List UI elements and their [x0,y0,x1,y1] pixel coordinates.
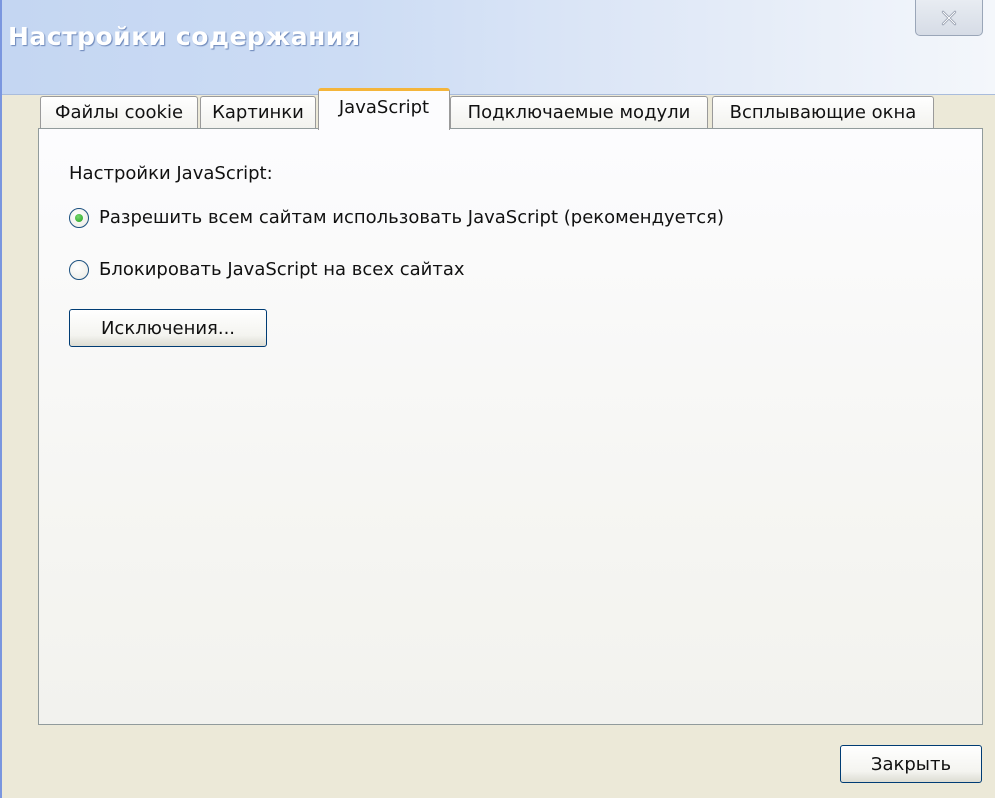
tab-javascript-label: JavaScript [338,97,430,118]
tab-plugins[interactable]: Подключаемые модули [450,96,708,128]
window-title: Настройки содержания [8,22,361,51]
javascript-panel: Настройки JavaScript: Разрешить всем сай… [38,128,983,725]
tab-cookies[interactable]: Файлы cookie [40,96,198,128]
tab-cookies-label: Файлы cookie [54,102,184,123]
title-bar: Настройки содержания [2,0,995,95]
javascript-settings-heading: Настройки JavaScript: [69,163,273,184]
tab-plugins-label: Подключаемые модули [467,102,691,123]
content-settings-dialog: Настройки содержания Файлы cookie Картин… [0,0,995,798]
close-icon [941,10,957,25]
exceptions-button[interactable]: Исключения... [69,309,267,347]
allow-javascript-label: Разрешить всем сайтам использовать JavaS… [99,207,724,228]
close-button[interactable]: Закрыть [840,745,982,783]
tab-popups[interactable]: Всплывающие окна [712,96,934,128]
block-javascript-option[interactable]: Блокировать JavaScript на всех сайтах [69,259,465,280]
tab-popups-label: Всплывающие окна [729,102,917,123]
allow-javascript-radio[interactable] [69,207,89,228]
tab-images[interactable]: Картинки [200,96,316,128]
tab-javascript[interactable]: JavaScript [318,88,450,130]
block-javascript-radio[interactable] [69,259,89,280]
close-window-button[interactable] [915,0,983,36]
block-javascript-label: Блокировать JavaScript на всех сайтах [99,259,465,280]
allow-javascript-option[interactable]: Разрешить всем сайтам использовать JavaS… [69,207,724,228]
tab-images-label: Картинки [212,102,304,123]
